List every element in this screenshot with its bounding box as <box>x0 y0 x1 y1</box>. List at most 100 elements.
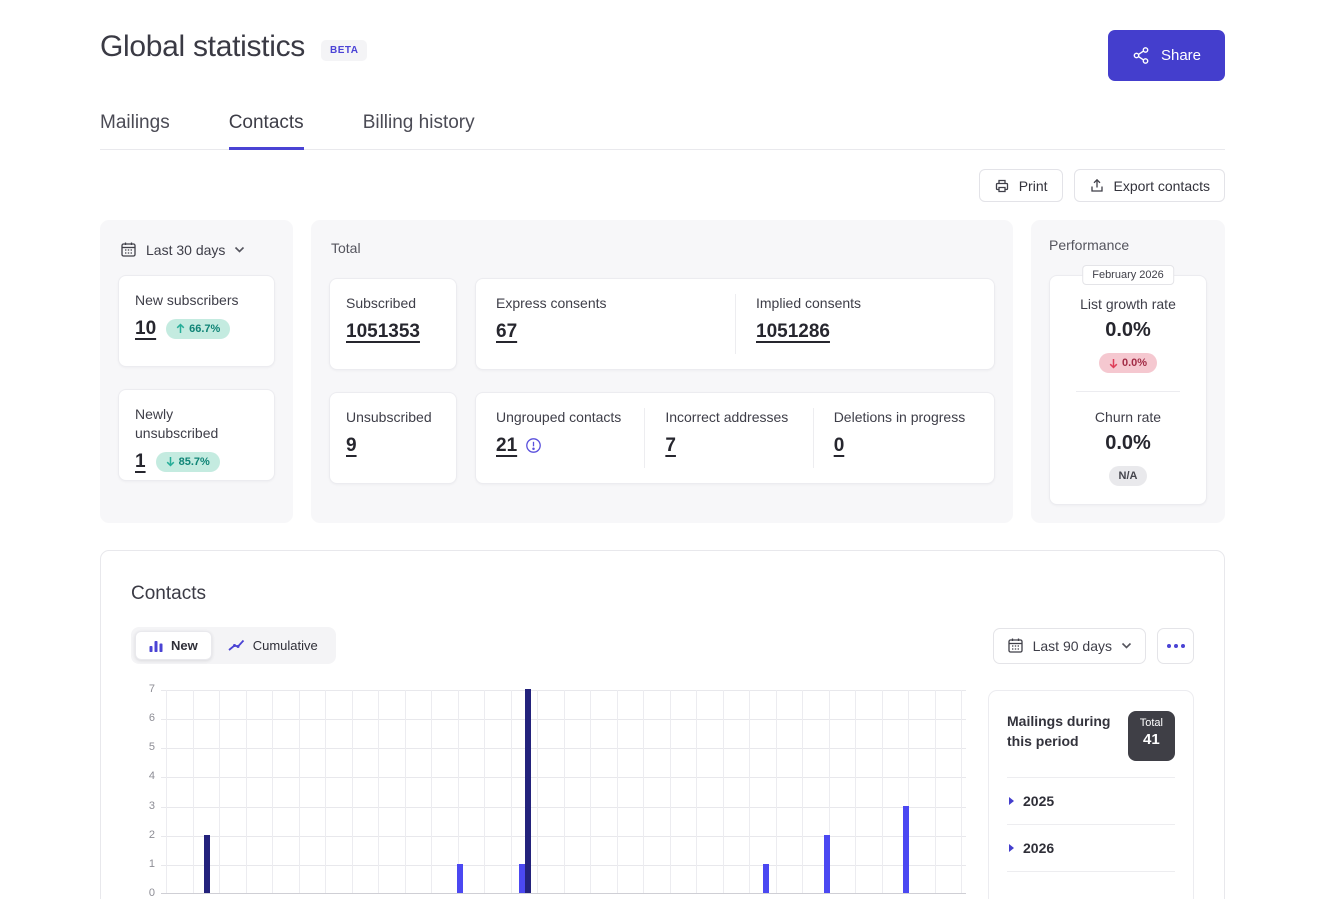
new-subscribers-value[interactable]: 10 <box>135 318 156 340</box>
gridline <box>484 690 485 893</box>
gridline <box>378 690 379 893</box>
expand-triangle-icon <box>1009 797 1014 805</box>
expand-triangle-icon <box>1009 844 1014 852</box>
gridline <box>696 690 697 893</box>
contacts-section-title: Contacts <box>131 583 1194 605</box>
incorrect-addresses-section: Incorrect addresses 7 <box>644 408 812 468</box>
contacts-section: Contacts New <box>100 550 1225 899</box>
gridline <box>590 690 591 893</box>
tab-billing-history[interactable]: Billing history <box>363 112 475 149</box>
arrow-down-icon <box>166 456 175 467</box>
churn-rate-value: 0.0% <box>1064 432 1192 455</box>
express-consents-value[interactable]: 67 <box>496 321 517 342</box>
gridline <box>670 690 671 893</box>
chart-bar[interactable] <box>519 864 525 893</box>
gridline <box>537 690 538 893</box>
stats-row: Last 30 days New subscribers 10 <box>100 220 1225 523</box>
unsubscribed-value[interactable]: 9 <box>346 435 357 456</box>
export-contacts-button[interactable]: Export contacts <box>1074 169 1226 202</box>
toggle-cumulative[interactable]: Cumulative <box>214 631 332 660</box>
chart-bar[interactable] <box>525 689 531 893</box>
gridline <box>352 690 353 893</box>
mailings-period-label: Mailings during this period <box>1007 711 1116 761</box>
page-header: Global statistics BETA Share <box>100 30 1225 81</box>
share-button[interactable]: Share <box>1108 30 1225 81</box>
ungrouped-contacts-section: Ungrouped contacts 21 <box>476 408 644 468</box>
gridline <box>935 690 936 893</box>
chart-bar[interactable] <box>763 864 769 893</box>
y-tick-label: 5 <box>149 741 155 753</box>
tab-contacts[interactable]: Contacts <box>229 112 304 149</box>
chart-bar[interactable] <box>903 806 909 893</box>
mailings-year-2025[interactable]: 2025 <box>1007 778 1175 825</box>
chart-bar[interactable] <box>824 835 830 893</box>
newly-unsubscribed-value[interactable]: 1 <box>135 451 146 473</box>
y-tick-label: 4 <box>149 770 155 782</box>
performance-card: February 2026 List growth rate 0.0% 0.0%… <box>1049 275 1207 505</box>
calendar-icon <box>1007 637 1024 654</box>
period-range-dropdown[interactable]: Last 30 days <box>120 241 273 258</box>
bar-chart-icon <box>149 639 163 652</box>
chart-plot <box>161 690 966 894</box>
implied-consents-section: Implied consents 1051286 <box>735 294 994 354</box>
gridline <box>272 690 273 893</box>
y-tick-label: 3 <box>149 800 155 812</box>
gridline <box>617 690 618 893</box>
mailings-total-value: 41 <box>1140 731 1163 748</box>
y-tick-label: 7 <box>149 683 155 695</box>
divider <box>1076 391 1180 392</box>
gridline <box>193 690 194 893</box>
chart-bar[interactable] <box>457 864 463 893</box>
chart-range-dropdown[interactable]: Last 90 days <box>993 628 1146 664</box>
gridline <box>325 690 326 893</box>
calendar-icon <box>120 241 137 258</box>
gridline <box>802 690 803 893</box>
period-panel: Last 30 days New subscribers 10 <box>100 220 293 523</box>
trend-badge: 85.7% <box>156 452 220 472</box>
dots-icon <box>1167 644 1171 648</box>
mailings-total-badge: Total 41 <box>1128 711 1175 761</box>
contacts-issues-card: Ungrouped contacts 21 In <box>475 392 995 484</box>
info-icon[interactable] <box>525 437 542 454</box>
total-panel: Total Subscribed 1051353 Express consent… <box>311 220 1013 523</box>
toggle-new[interactable]: New <box>135 631 212 660</box>
incorrect-addresses-value[interactable]: 7 <box>665 435 676 456</box>
chart-x-axis: 2629010407101316192225283103060912151821… <box>161 894 966 899</box>
gridline <box>246 690 247 893</box>
chart-y-axis: 01234567 <box>131 690 155 894</box>
tab-bar: Mailings Contacts Billing history <box>100 112 1225 150</box>
ungrouped-contacts-value[interactable]: 21 <box>496 435 517 457</box>
y-tick-label: 1 <box>149 858 155 870</box>
actions-row: Print Export contacts <box>100 169 1225 202</box>
chevron-down-icon <box>234 246 245 253</box>
mailings-summary-card: Mailings during this period Total 41 202… <box>988 690 1194 899</box>
mailings-year-2026[interactable]: 2026 <box>1007 825 1175 872</box>
chart-controls: New Cumulative <box>131 627 1194 664</box>
gridline <box>776 690 777 893</box>
y-tick-label: 2 <box>149 829 155 841</box>
newly-unsubscribed-card: Newly unsubscribed 1 85.7% <box>118 389 275 481</box>
chart-menu-button[interactable] <box>1157 628 1194 664</box>
gridline <box>749 690 750 893</box>
chart-mode-toggle: New Cumulative <box>131 627 336 664</box>
consents-card: Express consents 67 Implied consents 105… <box>475 278 995 370</box>
gridline <box>643 690 644 893</box>
print-button[interactable]: Print <box>979 169 1063 202</box>
gridline <box>564 690 565 893</box>
gridline <box>299 690 300 893</box>
line-chart-icon <box>228 639 245 652</box>
tab-mailings[interactable]: Mailings <box>100 112 170 149</box>
chart-bar[interactable] <box>204 835 210 893</box>
unsubscribed-card: Unsubscribed 9 <box>329 392 457 484</box>
list-growth-trend-badge: 0.0% <box>1099 353 1157 373</box>
trend-badge: 66.7% <box>166 319 230 339</box>
total-panel-label: Total <box>331 240 995 256</box>
list-growth-rate-value: 0.0% <box>1064 319 1192 342</box>
subscribed-value[interactable]: 1051353 <box>346 321 420 342</box>
subscribed-card: Subscribed 1051353 <box>329 278 457 370</box>
gridline <box>511 690 512 893</box>
contacts-bar-chart: 01234567 2629010407101316192225283103060… <box>131 690 966 899</box>
printer-icon <box>994 178 1010 194</box>
implied-consents-value[interactable]: 1051286 <box>756 321 830 342</box>
deletions-in-progress-value[interactable]: 0 <box>834 435 845 456</box>
